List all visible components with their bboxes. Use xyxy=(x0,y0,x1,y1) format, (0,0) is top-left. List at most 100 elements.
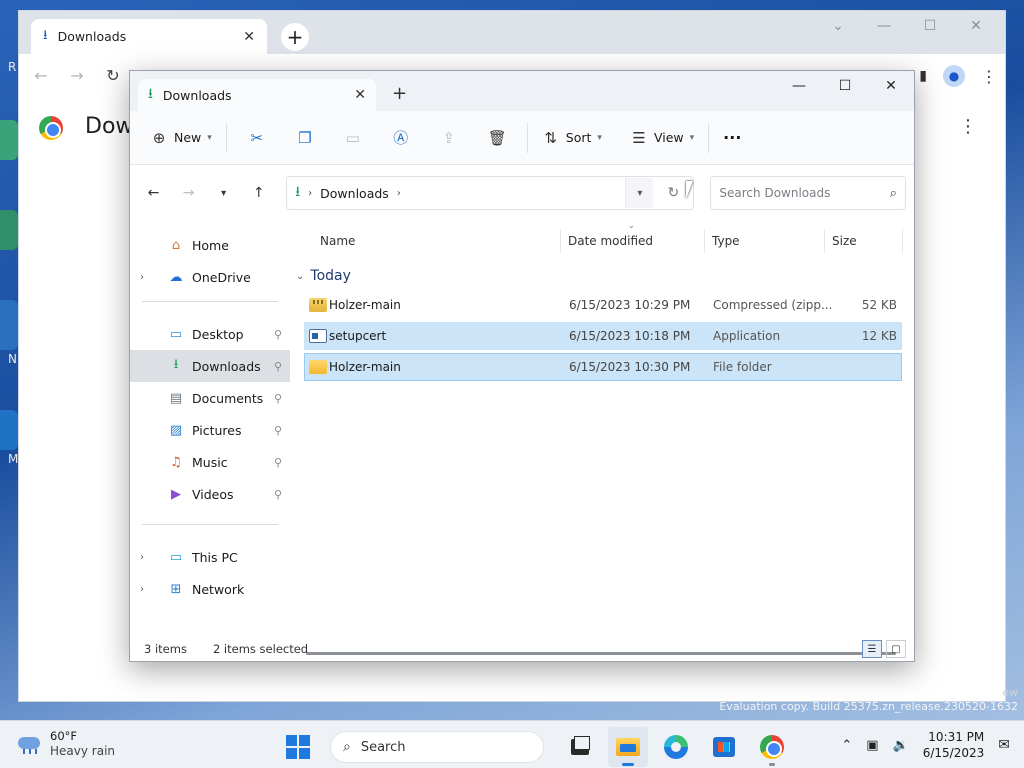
minimize-icon[interactable]: — xyxy=(861,11,907,41)
nav-item-videos[interactable]: ▶ Videos ⚲ xyxy=(130,478,290,510)
column-header-name[interactable]: Name xyxy=(314,221,355,261)
delete-button[interactable]: 🗑 xyxy=(473,121,521,155)
search-input[interactable] xyxy=(719,186,890,200)
file-name: setupcert xyxy=(329,329,387,343)
pin-icon[interactable]: ⚲ xyxy=(274,360,282,373)
explorer-tab-downloads[interactable]: ⭳ Downloads ✕ xyxy=(138,79,376,111)
paste-button[interactable]: ▭ xyxy=(329,121,377,155)
pin-icon[interactable]: ⚲ xyxy=(274,424,282,437)
view-button[interactable]: ☰ View ▾ xyxy=(622,121,702,155)
pin-icon[interactable]: ⚲ xyxy=(274,488,282,501)
nav-item-pictures[interactable]: ▨ Pictures ⚲ xyxy=(130,414,290,446)
rename-button[interactable]: Ⓐ xyxy=(377,121,425,155)
close-icon[interactable]: ✕ xyxy=(243,29,255,45)
weather-widget[interactable]: 60°F Heavy rain xyxy=(16,729,115,759)
more-dots-icon: ··· xyxy=(723,128,742,147)
column-header-type[interactable]: Type xyxy=(706,221,740,261)
task-view-button[interactable] xyxy=(560,727,600,767)
sort-arrows-icon: ⇅ xyxy=(544,128,558,147)
sort-button-label: Sort xyxy=(565,130,592,145)
nav-item-onedrive[interactable]: › ☁ OneDrive xyxy=(130,261,290,293)
group-header-today[interactable]: ⌄ Today xyxy=(290,261,914,291)
more-options-icon[interactable]: ⋮ xyxy=(959,116,977,137)
search-icon[interactable]: ⌕ xyxy=(890,186,897,201)
back-arrow-icon[interactable]: ← xyxy=(138,177,169,209)
system-tray: ⌃ ▣ 🔉 10:31 PM 6/15/2023 ✉ xyxy=(841,721,1024,768)
chrome-menu-icon[interactable]: ⋮ xyxy=(981,67,997,86)
pin-icon[interactable]: ⚲ xyxy=(274,328,282,341)
clock[interactable]: 10:31 PM 6/15/2023 xyxy=(923,729,985,761)
refresh-icon[interactable]: ↻ xyxy=(661,185,685,201)
file-row[interactable]: Holzer-main 6/15/2023 10:30 PM File fold… xyxy=(304,353,902,381)
sort-button[interactable]: ⇅ Sort ▾ xyxy=(534,121,610,155)
pin-icon[interactable]: ⚲ xyxy=(274,392,282,405)
notification-icon[interactable]: ✉ xyxy=(998,737,1010,753)
nav-item-documents[interactable]: ▤ Documents ⚲ xyxy=(130,382,290,414)
see-more-button[interactable]: ··· xyxy=(715,121,749,155)
home-icon: ⌂ xyxy=(171,237,181,253)
pin-icon[interactable]: ⚲ xyxy=(274,456,282,469)
store-taskbar-button[interactable] xyxy=(704,727,744,767)
search-box[interactable]: ⌕ xyxy=(710,176,907,210)
nav-item-this-pc[interactable]: › ▭ This PC xyxy=(130,541,290,573)
volume-icon[interactable]: 🔉 xyxy=(893,738,909,753)
nav-item-music[interactable]: ♫ Music ⚲ xyxy=(130,446,290,478)
weather-description: Heavy rain xyxy=(50,744,116,758)
explorer-window-controls: — ☐ ✕ xyxy=(776,71,914,101)
address-bar[interactable]: ⭳ › Downloads › ▾ ↻ xyxy=(286,176,695,210)
close-icon[interactable]: ✕ xyxy=(953,11,999,41)
file-size: 12 KB xyxy=(861,329,897,343)
edge-taskbar-button[interactable] xyxy=(656,727,696,767)
profile-avatar-icon[interactable]: ● xyxy=(943,65,965,87)
chrome-new-tab-button[interactable]: + xyxy=(281,23,309,51)
chrome-taskbar-button[interactable] xyxy=(752,727,792,767)
chevron-down-icon[interactable]: ▾ xyxy=(625,178,654,208)
tiles-view-icon[interactable]: ▢ xyxy=(886,640,906,658)
file-explorer-taskbar-button[interactable] xyxy=(608,727,648,767)
explorer-new-tab-button[interactable]: + xyxy=(392,83,407,104)
nav-item-downloads[interactable]: ⭳ Downloads ⚲ xyxy=(130,350,290,382)
tab-search-icon[interactable]: ⌄ xyxy=(815,11,861,41)
download-icon: ⭳ xyxy=(43,27,48,43)
nav-item-label: Desktop xyxy=(192,326,244,342)
forward-arrow-icon[interactable]: → xyxy=(65,66,89,85)
column-header-size[interactable]: Size xyxy=(826,221,857,261)
nav-item-network[interactable]: › ⊞ Network xyxy=(130,573,290,605)
chevron-right-icon[interactable]: › xyxy=(140,552,154,563)
share-button[interactable]: ⇪ xyxy=(425,121,473,155)
cut-button[interactable]: ✂ xyxy=(233,121,281,155)
forward-arrow-icon[interactable]: → xyxy=(173,177,204,209)
rename-icon: Ⓐ xyxy=(393,129,409,147)
nav-item-desktop[interactable]: ▭ Desktop ⚲ xyxy=(130,318,290,350)
minimize-icon[interactable]: — xyxy=(776,71,822,101)
close-icon[interactable]: ✕ xyxy=(868,71,914,101)
side-panel-icon[interactable]: ▮ xyxy=(919,68,927,84)
taskbar-search[interactable]: ⌕ Search xyxy=(330,731,544,763)
back-arrow-icon[interactable]: ← xyxy=(29,66,53,85)
windows-logo-icon xyxy=(280,729,316,765)
network-icon[interactable]: ▣ xyxy=(866,738,878,753)
chevron-up-icon[interactable]: ⌃ xyxy=(841,738,852,753)
recent-locations-icon[interactable]: ▾ xyxy=(208,177,239,209)
chrome-tabbar: ⭳ Downloads ✕ + ⌄ — ☐ ✕ xyxy=(19,11,1005,54)
file-row[interactable]: setupcert 6/15/2023 10:18 PM Application… xyxy=(304,322,902,350)
new-button[interactable]: ⊕ New ▾ xyxy=(142,121,220,155)
scissors-icon: ✂ xyxy=(250,128,264,147)
up-arrow-icon[interactable]: ↑ xyxy=(243,177,274,209)
details-view-icon[interactable]: ☰ xyxy=(862,640,882,658)
column-header-date[interactable]: Date modified xyxy=(562,221,653,261)
maximize-icon[interactable]: ☐ xyxy=(822,71,868,101)
breadcrumb-downloads[interactable]: Downloads xyxy=(320,186,389,201)
file-row[interactable]: Holzer-main 6/15/2023 10:29 PM Compresse… xyxy=(304,291,902,319)
clock-time: 10:31 PM xyxy=(928,730,985,744)
nav-item-home[interactable]: ⌂ Home xyxy=(130,229,290,261)
taskbar-apps: ⌕ Search xyxy=(278,727,792,767)
chrome-tab-downloads[interactable]: ⭳ Downloads ✕ xyxy=(31,19,267,54)
reload-icon[interactable]: ↻ xyxy=(101,66,125,85)
chevron-right-icon[interactable]: › xyxy=(140,584,154,595)
copy-button[interactable]: ❐ xyxy=(281,121,329,155)
maximize-icon[interactable]: ☐ xyxy=(907,11,953,41)
close-icon[interactable]: ✕ xyxy=(354,87,366,103)
start-button[interactable] xyxy=(278,727,318,767)
chevron-right-icon[interactable]: › xyxy=(140,272,154,283)
